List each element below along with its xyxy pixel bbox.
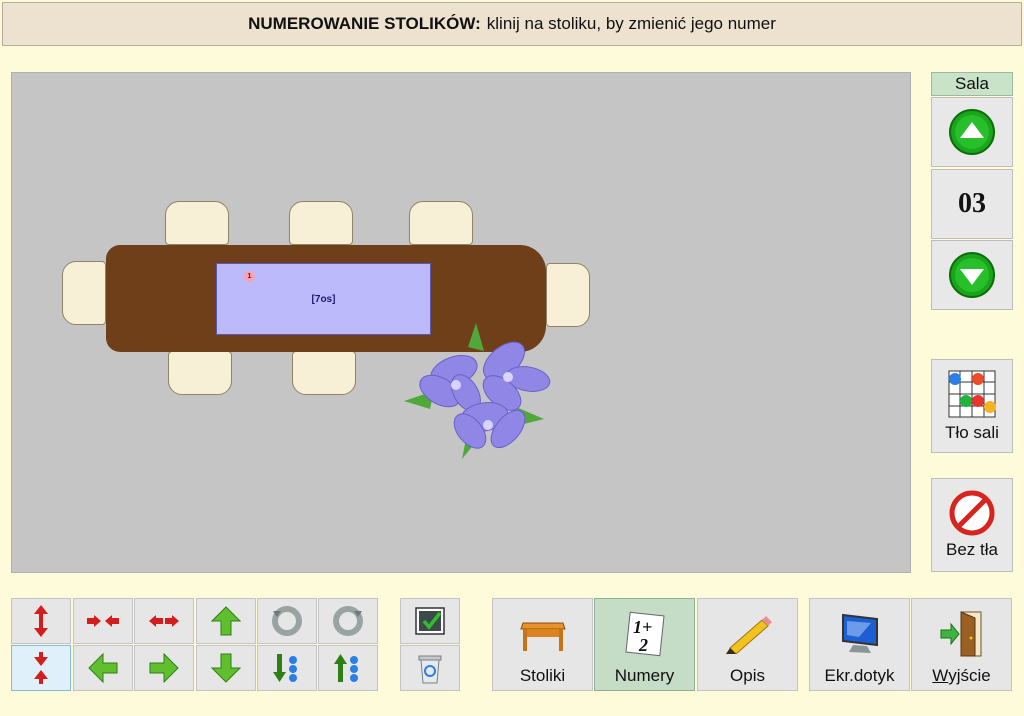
rotate-right-icon: [333, 606, 363, 636]
checklist-icon: [415, 607, 445, 635]
delete-button[interactable]: [400, 645, 460, 691]
svg-text:2: 2: [638, 635, 648, 655]
room-up-button[interactable]: [931, 97, 1013, 167]
trash-icon: [418, 655, 442, 684]
tool-rotate-right-button[interactable]: [318, 598, 378, 644]
header-title: NUMEROWANIE STOLIKÓW:: [248, 14, 481, 33]
tool-expand-horizontal-button[interactable]: [134, 598, 194, 644]
room-canvas[interactable]: [7os] 1: [11, 72, 911, 573]
rotate-left-icon: [272, 606, 302, 636]
tables-label: Stoliki: [519, 666, 566, 685]
chair: [546, 263, 590, 327]
chair: [165, 201, 229, 245]
touchscreen-button[interactable]: Ekr.dotyk: [809, 598, 910, 691]
room-down-button[interactable]: [931, 240, 1013, 310]
table-number-badge[interactable]: 1: [244, 271, 255, 282]
exit-button[interactable]: Wyjście: [911, 598, 1012, 691]
tables-button[interactable]: Stoliki: [492, 598, 593, 691]
tool-compress-horizontal-button[interactable]: [73, 598, 133, 644]
no-entry-icon: [949, 490, 995, 536]
tool-move-up-button[interactable]: [196, 598, 256, 644]
flower-decoration-icon: [404, 323, 551, 459]
room-label: Sala: [931, 72, 1013, 96]
tool-move-left-button[interactable]: [73, 645, 133, 691]
compress-horizontal-icon: [87, 615, 119, 627]
touchscreen-label: Ekr.dotyk: [824, 666, 895, 685]
header-instruction: klinij na stoliku, by zmienić jego numer: [486, 14, 776, 33]
tool-move-right-button[interactable]: [134, 645, 194, 691]
tool-bring-front-button[interactable]: [318, 645, 378, 691]
arrow-left-icon: [88, 653, 118, 683]
exit-label: Wyjście: [932, 666, 991, 685]
table-icon: [519, 622, 566, 651]
numbers-button[interactable]: 1+ 2 Numery: [594, 598, 695, 691]
compress-vertical-icon: [34, 652, 48, 684]
tool-compress-vertical-button[interactable]: [11, 645, 71, 691]
chair: [168, 351, 232, 395]
arrow-right-icon: [149, 653, 179, 683]
arrow-down-circle-icon: [949, 252, 995, 298]
grid-dots-icon: [948, 370, 996, 418]
numbers-icon: 1+ 2: [624, 611, 665, 657]
tool-stretch-vertical-button[interactable]: [11, 598, 71, 644]
chair: [292, 351, 356, 395]
room-background-button[interactable]: Tło sali: [931, 359, 1013, 453]
arrow-down-icon: [211, 653, 241, 683]
tool-rotate-left-button[interactable]: [257, 598, 317, 644]
sort-down-icon: [273, 654, 297, 682]
table-capacity: [7os]: [311, 293, 336, 305]
no-background-button[interactable]: Bez tła: [931, 478, 1013, 572]
pencil-icon: [725, 616, 772, 654]
chair: [289, 201, 353, 245]
chair: [409, 201, 473, 245]
numbers-label: Numery: [614, 666, 675, 685]
description-button[interactable]: Opis: [697, 598, 798, 691]
room-background-label: Tło sali: [945, 423, 999, 442]
arrow-up-icon: [211, 606, 241, 636]
monitor-icon: [841, 613, 878, 653]
select-all-button[interactable]: [400, 598, 460, 644]
header-bar: NUMEROWANIE STOLIKÓW: klinij na stoliku,…: [2, 2, 1022, 46]
arrow-up-circle-icon: [949, 109, 995, 155]
description-label: Opis: [730, 666, 765, 685]
expand-vertical-icon: [34, 605, 48, 637]
chair: [62, 261, 106, 325]
svg-text:1+: 1+: [633, 617, 652, 637]
tool-move-down-button[interactable]: [196, 645, 256, 691]
room-number: 03: [931, 169, 1013, 239]
tool-send-back-button[interactable]: [257, 645, 317, 691]
sort-up-icon: [334, 654, 358, 682]
no-background-label: Bez tła: [946, 540, 998, 559]
exit-door-icon: [940, 611, 981, 657]
expand-horizontal-icon: [149, 615, 179, 627]
